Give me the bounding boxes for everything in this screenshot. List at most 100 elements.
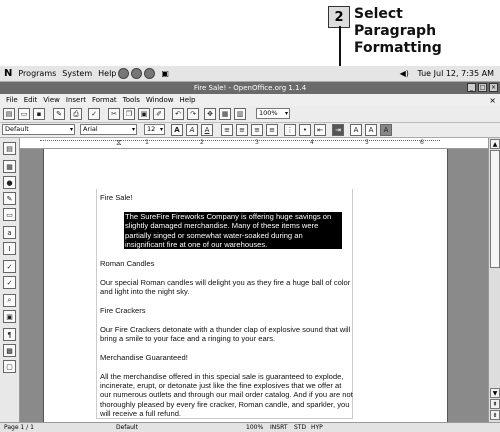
background-color-icon[interactable]: A xyxy=(380,124,392,136)
scroll-down-icon[interactable]: ▼ xyxy=(490,388,500,398)
ruler-mark: 1 xyxy=(145,139,149,146)
insert-icon[interactable]: ▤ xyxy=(3,142,16,155)
next-page-icon[interactable]: ⇟ xyxy=(490,410,500,420)
open-file-icon[interactable]: ▭ xyxy=(18,108,30,120)
edit-file-icon[interactable]: ✎ xyxy=(53,108,65,120)
justify-icon[interactable]: ≡ xyxy=(266,124,278,136)
ruler-mark: 6 xyxy=(420,139,424,146)
document-body[interactable]: Fire Sale! The SureFire Fireworks Compan… xyxy=(100,193,354,422)
heading-merchandise-guaranteed[interactable]: Merchandise Guaranteed! xyxy=(100,353,354,362)
nonprinting-characters-icon[interactable]: ¶ xyxy=(3,328,16,341)
status-bar: Page 1 / 1 Default 100% INSRT STD HYP xyxy=(0,422,500,432)
maximize-button[interactable]: □ xyxy=(478,83,487,92)
bold-icon[interactable]: A xyxy=(171,124,183,136)
menu-format[interactable]: Format xyxy=(92,96,117,104)
minimize-button[interactable]: _ xyxy=(467,83,476,92)
online-layout-icon[interactable]: ▢ xyxy=(3,360,16,373)
font-color-icon[interactable]: A xyxy=(350,124,362,136)
find-replace-icon[interactable]: ⌕ xyxy=(3,294,16,307)
insert-object-icon[interactable]: ● xyxy=(3,176,16,189)
selected-paragraph[interactable]: The SureFire Fireworks Company is offeri… xyxy=(124,211,342,250)
document-page[interactable]: Fire Sale! The SureFire Fireworks Compan… xyxy=(43,149,448,422)
align-center-icon[interactable]: ≡ xyxy=(236,124,248,136)
heading-fire-sale[interactable]: Fire Sale! xyxy=(100,193,354,202)
align-left-icon[interactable]: ≡ xyxy=(221,124,233,136)
copy-icon[interactable]: ❐ xyxy=(123,108,135,120)
autospellcheck-icon[interactable]: a xyxy=(3,226,16,239)
font-name-select[interactable]: Arial xyxy=(80,124,137,135)
document-workspace: Fire Sale! The SureFire Fireworks Compan… xyxy=(20,149,488,422)
bullets-icon[interactable]: • xyxy=(299,124,311,136)
table-icon[interactable]: ▥ xyxy=(234,108,246,120)
navigator-icon[interactable]: ✥ xyxy=(204,108,216,120)
status-page: Page 1 / 1 xyxy=(4,424,34,431)
paragraph-roman-candles[interactable]: Our special Roman candles will delight y… xyxy=(100,278,354,297)
horizontal-ruler[interactable]: 1 2 3 4 5 6 ⧖ xyxy=(20,138,490,149)
browser-launcher-icon[interactable] xyxy=(118,68,130,79)
numbering-icon[interactable]: ⋮ xyxy=(284,124,296,136)
clock[interactable]: Tue Jul 12, 7:35 AM xyxy=(417,69,494,78)
format-paintbrush-icon[interactable]: ✐ xyxy=(153,108,165,120)
status-hyperlink-mode[interactable]: HYP xyxy=(311,424,323,431)
close-window-button[interactable]: × xyxy=(489,83,498,92)
menu-view[interactable]: View xyxy=(43,96,60,104)
decrease-indent-icon[interactable]: ⇤ xyxy=(314,124,326,136)
redo-icon[interactable]: ↷ xyxy=(187,108,199,120)
menu-edit[interactable]: Edit xyxy=(24,96,38,104)
scrollbar-thumb[interactable] xyxy=(490,150,500,268)
indent-marker-icon[interactable]: ⧖ xyxy=(116,138,122,148)
spellcheck-icon[interactable]: ✓ xyxy=(88,108,100,120)
system-logo-icon[interactable]: N xyxy=(4,68,12,79)
vertical-scrollbar[interactable]: ▲ ▼ ⇞ ⇟ xyxy=(488,138,500,422)
menu-file[interactable]: File xyxy=(6,96,18,104)
data-sources-icon[interactable]: ▣ xyxy=(3,310,16,323)
text-cursor-icon[interactable]: I xyxy=(3,242,16,255)
align-right-icon[interactable]: ≡ xyxy=(251,124,263,136)
menu-window[interactable]: Window xyxy=(146,96,174,104)
mail-launcher-icon[interactable] xyxy=(131,68,143,79)
spellcheck-auto-icon[interactable]: ✓ xyxy=(3,260,16,273)
graphics-off-icon[interactable]: ▩ xyxy=(3,344,16,357)
heading-roman-candles[interactable]: Roman Candles xyxy=(100,259,354,268)
heading-fire-crackers[interactable]: Fire Crackers xyxy=(100,306,354,315)
paragraph-formatting-icon[interactable]: ⇥ xyxy=(332,124,344,136)
form-icon[interactable]: ▭ xyxy=(3,208,16,221)
insert-fields-icon[interactable]: ▦ xyxy=(3,160,16,173)
status-insert-mode[interactable]: INSRT xyxy=(270,424,287,431)
system-menu-system[interactable]: System xyxy=(62,69,92,78)
menu-insert[interactable]: Insert xyxy=(66,96,86,104)
undo-icon[interactable]: ↶ xyxy=(172,108,184,120)
status-zoom[interactable]: 100% xyxy=(246,424,263,431)
menu-help[interactable]: Help xyxy=(180,96,196,104)
gallery-icon[interactable]: ▦ xyxy=(219,108,231,120)
save-icon[interactable]: ▪ xyxy=(33,108,45,120)
paragraph-fire-crackers[interactable]: Our Fire Crackers detonate with a thunde… xyxy=(100,325,354,344)
window-list-icon[interactable]: ▣ xyxy=(161,69,169,78)
font-size-select[interactable]: 12 xyxy=(144,124,165,135)
print-icon[interactable]: ⎙ xyxy=(70,108,82,120)
close-document-icon[interactable]: × xyxy=(489,96,496,105)
show-draw-functions-icon[interactable]: ✎ xyxy=(3,192,16,205)
paragraph-style-select[interactable]: Default xyxy=(2,124,75,135)
paragraph-merchandise-guaranteed[interactable]: All the merchandise offered in this spec… xyxy=(100,372,354,419)
cut-icon[interactable]: ✂ xyxy=(108,108,120,120)
new-document-icon[interactable]: ▤ xyxy=(3,108,15,120)
system-menu-help[interactable]: Help xyxy=(98,69,116,78)
scroll-up-icon[interactable]: ▲ xyxy=(490,139,500,149)
paste-icon[interactable]: ▣ xyxy=(138,108,150,120)
ruler-mark: 4 xyxy=(310,139,314,146)
italic-icon[interactable]: A xyxy=(186,124,198,136)
help-launcher-icon[interactable] xyxy=(144,68,156,79)
system-panel: N Programs System Help ▣ ◀) Tue Jul 12, … xyxy=(0,66,500,82)
previous-page-icon[interactable]: ⇞ xyxy=(490,399,500,409)
status-selection-mode[interactable]: STD xyxy=(294,424,306,431)
system-menu-programs[interactable]: Programs xyxy=(18,69,56,78)
zoom-select[interactable]: 100% xyxy=(256,108,290,119)
zoom-value: 100% xyxy=(259,109,278,117)
menu-tools[interactable]: Tools xyxy=(123,96,140,104)
underline-icon[interactable]: A xyxy=(201,124,213,136)
font-name-value: Arial xyxy=(83,125,98,133)
spellcheck-icon-2[interactable]: ✓ xyxy=(3,276,16,289)
highlighting-icon[interactable]: A xyxy=(365,124,377,136)
volume-icon[interactable]: ◀) xyxy=(400,69,409,78)
